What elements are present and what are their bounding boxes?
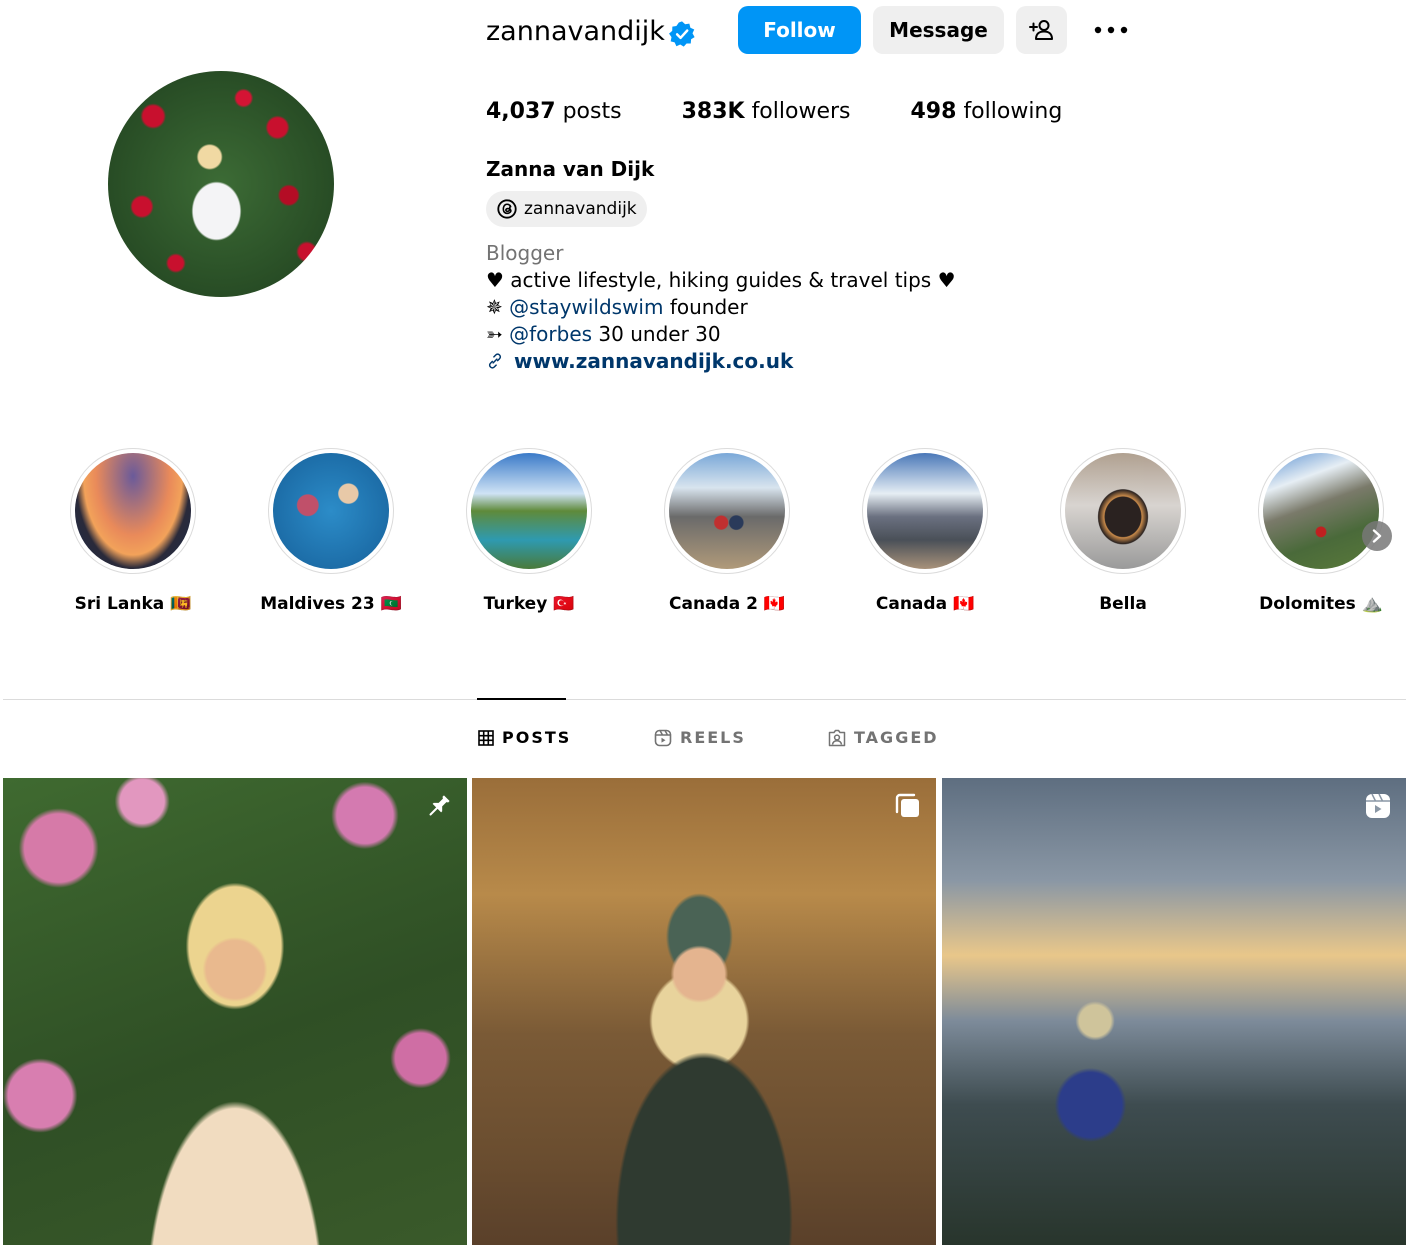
highlight-dolomites[interactable]: Dolomites ⛰️ xyxy=(1256,448,1386,614)
following-stat[interactable]: 498 following xyxy=(911,96,1063,128)
highlight-cover xyxy=(471,453,587,569)
post-thumbnail[interactable] xyxy=(472,778,936,1245)
highlight-turkey[interactable]: Turkey 🇹🇷 xyxy=(464,448,594,614)
reel-icon xyxy=(1366,793,1390,818)
bio-line-2: ✵ @staywildswim founder xyxy=(486,294,748,320)
follow-button[interactable]: Follow xyxy=(738,6,861,54)
highlight-ring xyxy=(1060,448,1186,574)
highlight-cover xyxy=(1263,453,1379,569)
posts-stat: 4,037 posts xyxy=(486,96,622,128)
highlight-label: Dolomites ⛰️ xyxy=(1259,594,1383,614)
tab-tagged-label: TAGGED xyxy=(854,728,939,747)
bio-line-3-suffix: 30 under 30 xyxy=(592,322,721,346)
highlight-ring xyxy=(268,448,394,574)
profile-avatar[interactable] xyxy=(108,71,334,297)
followers-count: 383K xyxy=(681,99,745,124)
message-button[interactable]: Message xyxy=(873,6,1004,54)
grid-icon xyxy=(478,729,494,746)
pin-icon xyxy=(429,795,450,816)
bio-line-1: ♥ active lifestyle, hiking guides & trav… xyxy=(486,268,956,292)
posts-label: posts xyxy=(562,99,622,124)
posts-count: 4,037 xyxy=(486,99,556,124)
tab-reels[interactable]: REELS xyxy=(654,728,746,747)
highlight-label: Bella xyxy=(1099,594,1147,614)
tab-tagged[interactable]: TAGGED xyxy=(828,728,939,747)
verified-badge-icon xyxy=(669,21,695,47)
following-count: 498 xyxy=(910,99,957,124)
threads-icon xyxy=(497,199,517,219)
profile-stats: 4,037 posts 383K followers 498 following xyxy=(486,96,1062,128)
highlight-cover xyxy=(1065,453,1181,569)
highlight-canada-2[interactable]: Canada 2 🇨🇦 xyxy=(662,448,792,614)
highlight-ring xyxy=(466,448,592,574)
highlights-next-button[interactable] xyxy=(1362,521,1392,551)
bio-line-3: ➳ @forbes 30 under 30 xyxy=(486,321,721,347)
highlight-label: Canada 🇨🇦 xyxy=(875,594,975,614)
highlight-ring xyxy=(664,448,790,574)
highlight-ring xyxy=(70,448,196,574)
highlight-label: Maldives 23 🇲🇻 xyxy=(260,594,402,614)
highlight-sri-lanka[interactable]: Sri Lanka 🇱🇰 xyxy=(68,448,198,614)
suggested-users-button[interactable] xyxy=(1016,6,1067,54)
tabs-divider xyxy=(3,699,1406,700)
highlight-canada[interactable]: Canada 🇨🇦 xyxy=(860,448,990,614)
highlight-label: Canada 2 🇨🇦 xyxy=(669,594,785,614)
bio-line-2-prefix: ✵ xyxy=(486,295,510,319)
website-link-text[interactable]: www.zannavandijk.co.uk xyxy=(514,348,793,374)
highlight-label: Turkey 🇹🇷 xyxy=(483,594,575,614)
profile-category: Blogger xyxy=(486,241,564,265)
post-thumbnail[interactable] xyxy=(3,778,467,1245)
tab-reels-label: REELS xyxy=(680,728,746,747)
bio-line-3-prefix: ➳ xyxy=(486,322,510,346)
highlight-label: Sri Lanka 🇱🇰 xyxy=(74,594,192,614)
profile-username: zannavandijk xyxy=(486,16,665,47)
highlight-ring xyxy=(1258,448,1384,574)
tab-posts-label: POSTS xyxy=(502,728,572,747)
highlight-ring xyxy=(862,448,988,574)
highlight-cover xyxy=(75,453,191,569)
followers-label: followers xyxy=(751,99,851,124)
website-link[interactable]: www.zannavandijk.co.uk xyxy=(486,348,793,374)
highlight-cover xyxy=(669,453,785,569)
active-tab-indicator xyxy=(477,698,566,700)
tagged-icon xyxy=(828,729,846,746)
following-label: following xyxy=(963,99,1063,124)
add-person-icon xyxy=(1028,20,1053,40)
reels-icon xyxy=(654,729,672,746)
post-thumbnail[interactable] xyxy=(942,778,1406,1245)
highlight-maldives-23[interactable]: Maldives 23 🇲🇻 xyxy=(260,448,402,614)
highlight-bella[interactable]: Bella xyxy=(1058,448,1188,614)
followers-stat[interactable]: 383K followers xyxy=(682,96,851,128)
highlight-cover xyxy=(867,453,983,569)
profile-full-name: Zanna van Dijk xyxy=(486,157,655,181)
options-button[interactable] xyxy=(1087,10,1135,50)
threads-handle: zannavandijk xyxy=(524,199,637,219)
link-icon xyxy=(488,353,502,369)
mention-staywildswim[interactable]: @staywildswim xyxy=(509,295,663,319)
highlight-cover xyxy=(273,453,389,569)
chevron-right-icon xyxy=(1372,529,1382,543)
tab-posts[interactable]: POSTS xyxy=(478,728,571,747)
mention-forbes[interactable]: @forbes xyxy=(509,322,592,346)
more-options-icon xyxy=(1094,26,1128,34)
threads-badge[interactable]: zannavandijk xyxy=(486,191,647,227)
bio-line-2-suffix: founder xyxy=(663,295,748,319)
carousel-icon xyxy=(895,793,919,817)
